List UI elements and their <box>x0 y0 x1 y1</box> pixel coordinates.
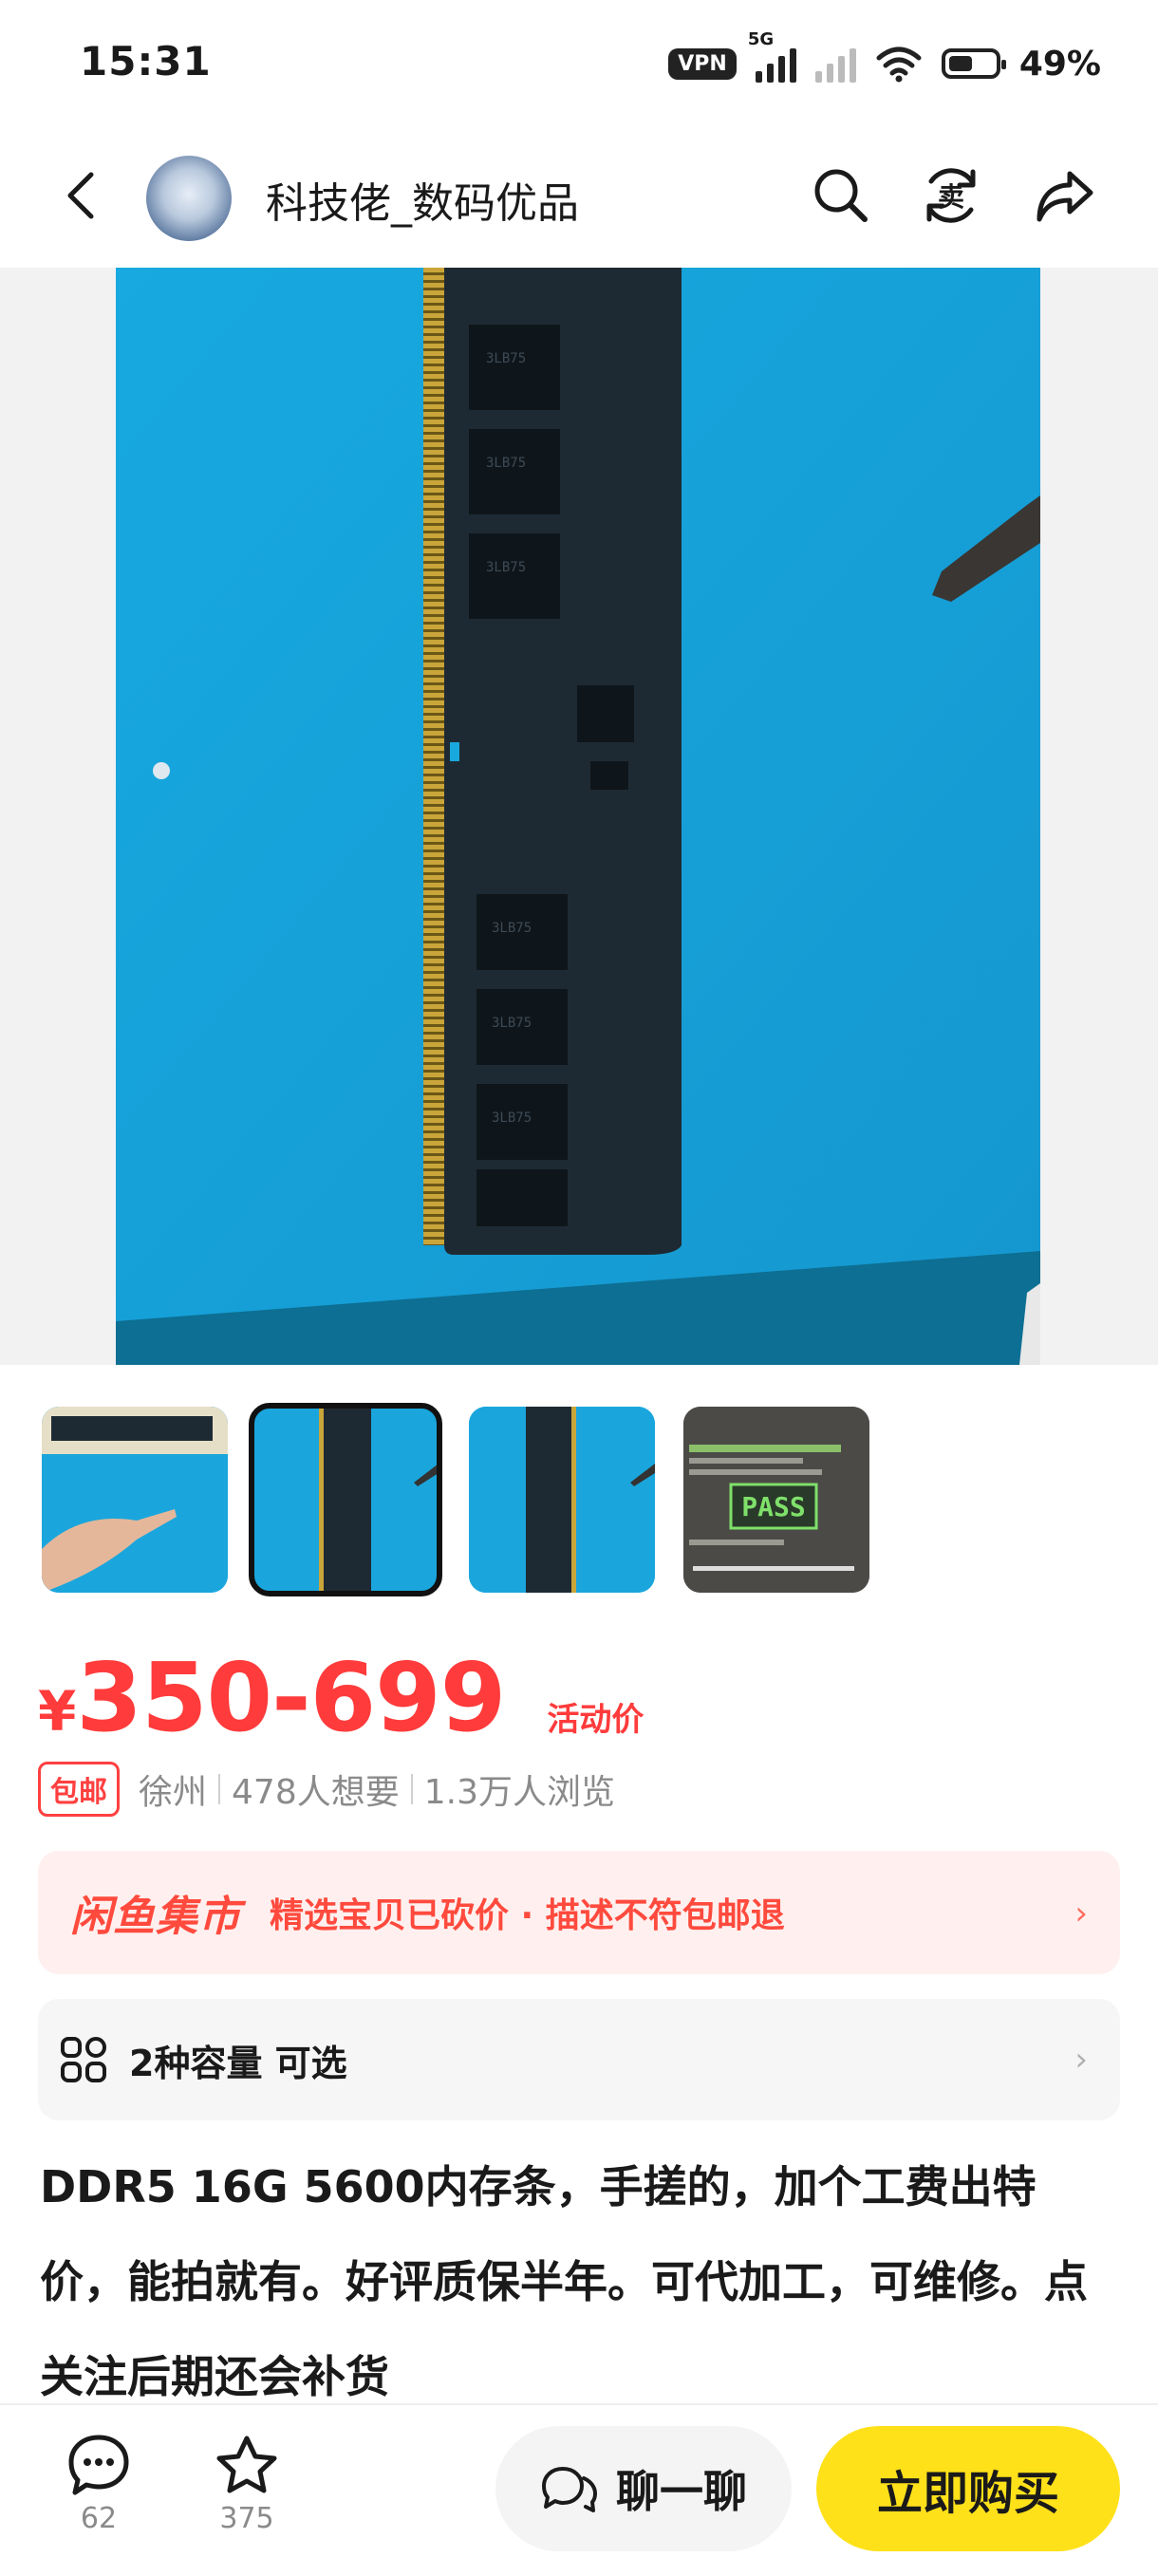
back-icon <box>67 172 94 219</box>
battery-percent: 49% <box>1018 44 1101 84</box>
comment-count: 62 <box>80 2502 118 2535</box>
chat-icon <box>542 2467 597 2512</box>
shop-name[interactable]: 科技佬_数码优品 <box>266 169 579 230</box>
sell-similar-button[interactable]: 卖 <box>915 159 987 232</box>
search-icon <box>814 169 868 222</box>
thumbnail-image: PASS <box>683 1407 869 1593</box>
svg-text:3LB75: 3LB75 <box>486 351 526 366</box>
location: 徐州 <box>139 1773 208 1812</box>
price-tag: 活动价 <box>547 1701 644 1739</box>
buy-now-button[interactable]: 立即购买 <box>816 2426 1120 2551</box>
options-selector[interactable]: 2种容量 可选 › <box>38 1999 1120 2120</box>
svg-text:3LB75: 3LB75 <box>492 921 532 936</box>
divider <box>218 1774 221 1804</box>
svg-text:3LB75: 3LB75 <box>492 1016 532 1031</box>
back-button[interactable] <box>57 169 110 222</box>
status-icons: VPN 5G 49% <box>668 29 1101 87</box>
comment-icon <box>68 2435 129 2495</box>
vpn-icon: VPN <box>668 47 737 80</box>
buy-now-label: 立即购买 <box>876 2467 1059 2520</box>
thumbnail-image <box>252 1407 439 1593</box>
favorite-button[interactable]: 375 <box>199 2434 294 2535</box>
share-icon <box>1037 171 1093 222</box>
product-main-image[interactable]: 3LB75 3LB75 3LB75 3LB75 3LB75 3LB75 <box>116 268 1040 1365</box>
svg-text:3LB75: 3LB75 <box>492 1111 532 1126</box>
battery-icon <box>941 48 1006 79</box>
promo-logo: 闲鱼集市 <box>70 1893 241 1941</box>
price-currency: ¥ <box>38 1679 77 1744</box>
svg-text:卖: 卖 <box>938 181 964 213</box>
product-description: DDR5 16G 5600内存条，手搓的，加个工费出特价，能拍就有。好评质保半年… <box>40 2161 1088 2402</box>
signal-sim2-icon <box>814 45 856 83</box>
free-shipping-badge: 包邮 <box>38 1762 120 1817</box>
star-icon <box>216 2436 277 2493</box>
memory-stick-photo: 3LB75 3LB75 3LB75 3LB75 3LB75 3LB75 <box>116 268 1040 1365</box>
shop-avatar[interactable] <box>146 156 232 241</box>
sell-icon: 卖 <box>926 168 976 223</box>
thumbnail-1[interactable] <box>42 1407 228 1593</box>
chevron-right-icon: › <box>1074 2041 1088 2079</box>
chat-button[interactable]: 聊一聊 <box>495 2426 792 2551</box>
chevron-right-icon: › <box>1074 1895 1088 1932</box>
promo-banner[interactable]: 闲鱼集市 精选宝贝已砍价 · 描述不符包邮退 › <box>38 1851 1120 1974</box>
thumbnail-image <box>469 1407 655 1593</box>
thumbnail-4[interactable]: PASS <box>683 1407 869 1593</box>
favorite-count: 375 <box>219 2502 274 2535</box>
price-value: 350-699 <box>76 1642 506 1753</box>
grid-icon <box>61 2037 106 2082</box>
options-text: 2种容量 可选 <box>129 2042 347 2084</box>
svg-text:3LB75: 3LB75 <box>486 560 526 575</box>
wifi-icon <box>876 47 922 83</box>
comment-button[interactable]: 62 <box>51 2434 146 2535</box>
search-button[interactable] <box>805 159 877 232</box>
network-label: 5G <box>747 29 775 49</box>
thumbnail-pass-text: PASS <box>741 1491 805 1522</box>
share-button[interactable] <box>1029 159 1101 232</box>
image-padding-right <box>1040 268 1158 1365</box>
thumbnail-image <box>42 1407 228 1593</box>
signal-5g-icon: 5G <box>748 29 796 83</box>
divider <box>410 1774 413 1804</box>
status-time: 15:31 <box>80 38 212 84</box>
price-row: ¥ 350-699 活动价 <box>38 1642 644 1753</box>
views-count: 1.3万人浏览 <box>423 1773 615 1812</box>
promo-text: 精选宝贝已砍价 · 描述不符包邮退 <box>270 1896 785 1935</box>
svg-text:3LB75: 3LB75 <box>486 456 526 471</box>
thumbnail-2[interactable] <box>249 1403 442 1596</box>
wants-count: 478人想要 <box>232 1773 400 1812</box>
chat-label: 聊一聊 <box>616 2466 747 2517</box>
thumbnail-3[interactable] <box>469 1407 655 1593</box>
meta-row: 包邮 徐州 478人想要 1.3万人浏览 <box>38 1762 615 1817</box>
image-padding-left <box>0 268 116 1365</box>
